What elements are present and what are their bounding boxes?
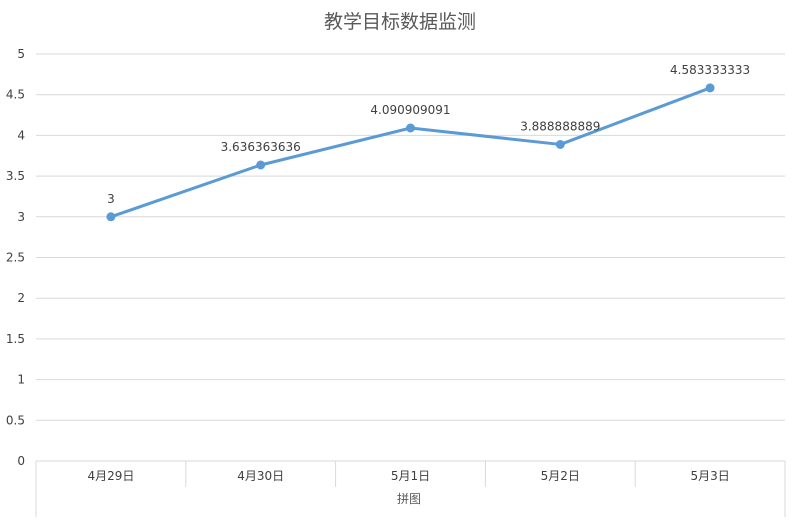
line-chart: 教学目标数据监测 0 0.5 1 1.5 2 2.5 3 3.5 4 4.5 5 4月29日 4月30… bbox=[6, 11, 786, 517]
x-tick-label: 5月2日 bbox=[541, 469, 580, 483]
y-tick-label: 0 bbox=[17, 454, 25, 468]
y-tick-label: 1 bbox=[17, 373, 25, 387]
data-point bbox=[106, 212, 116, 222]
y-axis-tick-labels: 0 0.5 1 1.5 2 2.5 3 3.5 4 4.5 5 bbox=[6, 47, 25, 468]
y-tick-label: 5 bbox=[17, 47, 25, 61]
y-tick-label: 3 bbox=[17, 210, 25, 224]
data-label: 3 bbox=[107, 192, 115, 206]
data-point bbox=[555, 139, 565, 149]
x-tick-label: 4月29日 bbox=[87, 469, 134, 483]
data-label: 3.888888889 bbox=[520, 119, 600, 133]
x-tick-label: 5月1日 bbox=[391, 469, 430, 483]
y-tick-label: 1.5 bbox=[6, 332, 25, 346]
y-tick-label: 2.5 bbox=[6, 251, 25, 265]
data-label: 4.090909091 bbox=[370, 103, 450, 117]
y-tick-label: 2 bbox=[17, 291, 25, 305]
x-tick-label: 4月30日 bbox=[237, 469, 284, 483]
data-point bbox=[705, 83, 715, 93]
x-tick-label: 5月3日 bbox=[690, 469, 729, 483]
data-label: 4.583333333 bbox=[670, 63, 750, 77]
y-tick-label: 0.5 bbox=[6, 413, 25, 427]
y-tick-label: 4 bbox=[17, 128, 25, 142]
x-axis-tick-labels: 4月29日 4月30日 5月1日 5月2日 5月3日 bbox=[87, 469, 729, 483]
data-label: 3.636363636 bbox=[221, 140, 301, 154]
chart-title: 教学目标数据监测 bbox=[324, 11, 476, 33]
y-tick-label: 4.5 bbox=[6, 88, 25, 102]
data-point bbox=[406, 123, 415, 133]
chart-container: 教学目标数据监测 0 0.5 1 1.5 2 2.5 3 3.5 4 4.5 5 4月29日 4月30… bbox=[0, 0, 800, 519]
data-point bbox=[256, 160, 266, 170]
y-tick-label: 3.5 bbox=[6, 169, 25, 183]
x-axis-label: 拼图 bbox=[397, 492, 421, 506]
